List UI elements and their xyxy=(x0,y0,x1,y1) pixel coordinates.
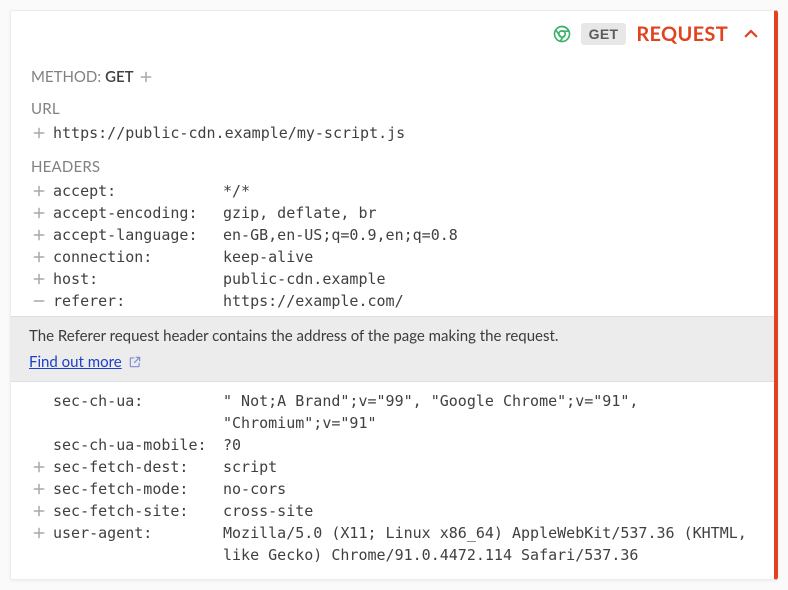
header-row: sec-ch-ua: " Not;A Brand";v="99", "Google… xyxy=(31,390,754,434)
header-value: ?0 xyxy=(223,434,754,456)
minus-icon[interactable] xyxy=(31,293,47,309)
url-row: https://public-cdn.example/my-script.js xyxy=(31,122,754,144)
header-key: host: xyxy=(53,268,217,290)
method-value: GET xyxy=(105,68,134,86)
plus-icon[interactable] xyxy=(31,183,47,199)
header-key: user-agent: xyxy=(53,522,217,544)
header-row: referer: https://example.com/ xyxy=(31,290,754,312)
plus-icon[interactable] xyxy=(138,69,154,85)
header-row: sec-fetch-mode: no-cors xyxy=(31,478,754,500)
panel-body-top: METHOD: GET URL https://public-cdn.examp… xyxy=(11,50,774,316)
header-key: accept-language: xyxy=(53,224,217,246)
chevron-up-icon[interactable] xyxy=(742,25,760,43)
headers-list-top: accept: */* accept-encoding: gzip, deflate,… xyxy=(31,180,754,312)
headers-list-bottom: sec-ch-ua: " Not;A Brand";v="99", "Google… xyxy=(31,390,754,566)
info-box: The Referer request header contains the … xyxy=(11,316,774,382)
header-row: accept-encoding: gzip, deflate, br xyxy=(31,202,754,224)
method-line: METHOD: GET xyxy=(31,68,754,86)
header-row: user-agent: Mozilla/5.0 (X11; Linux x86_6… xyxy=(31,522,754,566)
header-value: gzip, deflate, br xyxy=(223,202,754,224)
url-label: URL xyxy=(31,100,754,118)
headers-label: HEADERS xyxy=(31,158,754,176)
header-row: accept-language: en-GB,en-US;q=0.9,en;q=0… xyxy=(31,224,754,246)
header-key: sec-fetch-dest: xyxy=(53,456,217,478)
external-link-icon xyxy=(128,355,142,369)
header-value: Mozilla/5.0 (X11; Linux x86_64) AppleWeb… xyxy=(223,522,754,566)
panel-body-bottom: sec-ch-ua: " Not;A Brand";v="99", "Google… xyxy=(11,382,774,570)
find-out-more-link[interactable]: Find out more xyxy=(29,353,142,371)
header-key: accept: xyxy=(53,180,217,202)
header-key: sec-ch-ua-mobile: xyxy=(53,434,217,456)
header-row: accept: */* xyxy=(31,180,754,202)
plus-icon[interactable] xyxy=(31,271,47,287)
header-key: accept-encoding: xyxy=(53,202,217,224)
plus-icon[interactable] xyxy=(31,525,47,541)
method-badge: GET xyxy=(581,23,627,45)
header-value: " Not;A Brand";v="99", "Google Chrome";v… xyxy=(223,390,754,434)
header-value: script xyxy=(223,456,754,478)
header-value: public-cdn.example xyxy=(223,268,754,290)
header-value: https://example.com/ xyxy=(223,290,754,312)
info-link-label: Find out more xyxy=(29,353,122,371)
header-key: sec-fetch-site: xyxy=(53,500,217,522)
panel-header: GET REQUEST xyxy=(11,11,774,50)
header-row: host: public-cdn.example xyxy=(31,268,754,290)
header-key: connection: xyxy=(53,246,217,268)
method-label: METHOD: xyxy=(31,68,101,86)
header-value: keep-alive xyxy=(223,246,754,268)
header-value: */* xyxy=(223,180,754,202)
header-value: en-GB,en-US;q=0.9,en;q=0.8 xyxy=(223,224,754,246)
info-text: The Referer request header contains the … xyxy=(29,327,756,345)
plus-icon[interactable] xyxy=(31,227,47,243)
header-value: no-cors xyxy=(223,478,754,500)
plus-icon[interactable] xyxy=(31,125,47,141)
plus-icon[interactable] xyxy=(31,481,47,497)
request-panel: GET REQUEST METHOD: GET URL https://publ… xyxy=(10,10,778,580)
header-row: sec-fetch-site: cross-site xyxy=(31,500,754,522)
header-key: sec-ch-ua: xyxy=(53,390,217,412)
header-row: connection: keep-alive xyxy=(31,246,754,268)
plus-icon[interactable] xyxy=(31,249,47,265)
request-title: REQUEST xyxy=(636,22,728,46)
plus-icon[interactable] xyxy=(31,503,47,519)
header-row: sec-ch-ua-mobile: ?0 xyxy=(31,434,754,456)
chrome-icon xyxy=(553,25,571,43)
header-row: sec-fetch-dest: script xyxy=(31,456,754,478)
header-value: cross-site xyxy=(223,500,754,522)
plus-icon[interactable] xyxy=(31,205,47,221)
header-key: sec-fetch-mode: xyxy=(53,478,217,500)
url-value: https://public-cdn.example/my-script.js xyxy=(53,122,405,144)
header-key: referer: xyxy=(53,290,217,312)
plus-icon[interactable] xyxy=(31,459,47,475)
